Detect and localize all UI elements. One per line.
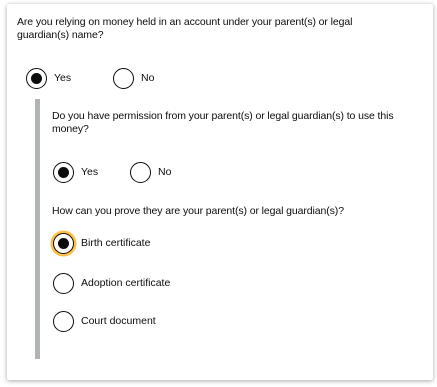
court-document-radio[interactable] bbox=[53, 311, 74, 332]
adoption-certificate-radio[interactable] bbox=[53, 273, 74, 294]
q2-no-label[interactable]: No bbox=[158, 162, 171, 183]
q1-option-yes[interactable]: Yes bbox=[26, 68, 71, 89]
court-document-label[interactable]: Court document bbox=[81, 311, 156, 332]
q2-yes-label[interactable]: Yes bbox=[81, 162, 98, 183]
q3-option-adoption-certificate[interactable]: Adoption certificate bbox=[53, 273, 170, 294]
q3-option-court-document[interactable]: Court document bbox=[53, 311, 156, 332]
q2-option-no[interactable]: No bbox=[130, 162, 171, 183]
conditional-inset-border bbox=[35, 99, 40, 359]
q3-option-birth-certificate[interactable]: Birth certificate bbox=[53, 233, 150, 254]
q2-option-yes[interactable]: Yes bbox=[53, 162, 98, 183]
q2-no-radio[interactable] bbox=[130, 162, 151, 183]
question-prove-parent-guardian: How can you prove they are your parent(s… bbox=[52, 205, 344, 217]
form-card: Are you relying on money held in an acco… bbox=[7, 4, 433, 380]
q1-yes-radio[interactable] bbox=[26, 68, 47, 89]
q1-no-label[interactable]: No bbox=[141, 68, 154, 89]
birth-certificate-radio[interactable] bbox=[53, 233, 74, 254]
adoption-certificate-label[interactable]: Adoption certificate bbox=[81, 273, 170, 294]
birth-certificate-label[interactable]: Birth certificate bbox=[81, 233, 150, 254]
question-relying-on-parent-account: Are you relying on money held in an acco… bbox=[17, 16, 353, 41]
q1-no-radio[interactable] bbox=[113, 68, 134, 89]
q1-option-no[interactable]: No bbox=[113, 68, 154, 89]
q1-yes-label[interactable]: Yes bbox=[54, 68, 71, 89]
q2-yes-radio[interactable] bbox=[53, 162, 74, 183]
question-permission-to-use-money: Do you have permission from your parent(… bbox=[52, 110, 394, 135]
